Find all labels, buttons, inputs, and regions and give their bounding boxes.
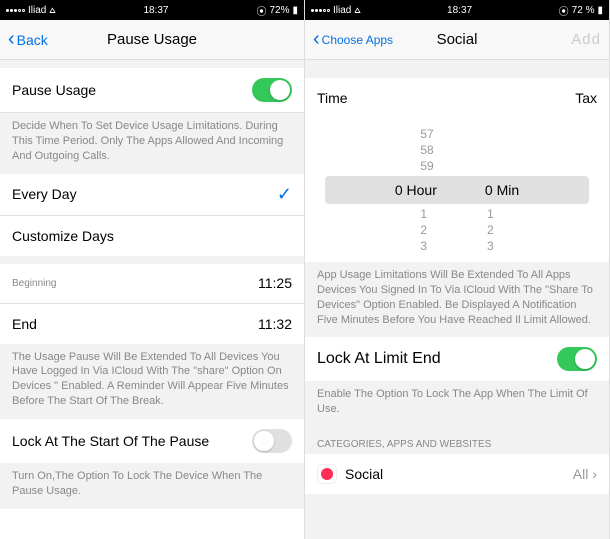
carrier: Iliad	[333, 5, 351, 16]
time: 18:37	[447, 5, 472, 16]
pause-desc: Decide When To Set Device Usage Limitati…	[0, 113, 304, 174]
social-row[interactable]: Social All ›	[305, 454, 609, 494]
every-day-row[interactable]: Every Day ✓	[0, 174, 304, 216]
check-icon: ✓	[277, 184, 292, 205]
battery-pct: 72%	[269, 5, 289, 16]
pause-usage-switch[interactable]	[252, 78, 292, 102]
time: 18:37	[143, 5, 168, 16]
limit-desc: App Usage Limitations Will Be Extended T…	[305, 262, 609, 337]
carrier: Iliad	[28, 5, 46, 16]
wifi-icon: ⩟	[354, 5, 360, 16]
left-screen: Iliad ⩟ 18:37 ⦿ 72% ▮ ‹ Back Pause Usage…	[0, 0, 305, 539]
nav-header: ‹ Choose Apps Social Add	[305, 20, 609, 60]
wifi-icon: ⩟	[49, 5, 55, 16]
time-picker[interactable]: 57 58 59 0 Hour0 Min 11 22 33	[305, 118, 609, 262]
lock-start-row[interactable]: Lock At The Start Of The Pause	[0, 419, 304, 463]
add-button[interactable]: Add	[571, 31, 601, 48]
lock-limit-switch[interactable]	[557, 347, 597, 371]
chevron-right-icon: ›	[592, 466, 597, 482]
back-button[interactable]: ‹ Back	[8, 28, 48, 51]
end-row[interactable]: End 11:32	[0, 304, 304, 344]
social-icon	[317, 464, 337, 484]
status-bar: Iliad ⩟ 18:37 ⦿ 72 % ▮	[305, 0, 609, 20]
status-bar: Iliad ⩟ 18:37 ⦿ 72% ▮	[0, 0, 304, 20]
right-screen: Iliad ⩟ 18:37 ⦿ 72 % ▮ ‹ Choose Apps Soc…	[305, 0, 610, 539]
pause-usage-row[interactable]: Pause Usage	[0, 68, 304, 113]
page-title: Pause Usage	[107, 31, 197, 48]
lock-desc: Turn On,The Option To Lock The Device Wh…	[0, 463, 304, 509]
battery-icon: ▮	[292, 5, 298, 16]
time-row[interactable]: Time Tax	[305, 78, 609, 118]
section-header: CATEGORIES, APPS AND WEBSITES	[305, 427, 609, 454]
battery-pct: 72 %	[572, 5, 595, 16]
beginning-row[interactable]: Beginning 11:25	[0, 264, 304, 304]
chevron-left-icon: ‹	[313, 28, 320, 51]
customize-days-row[interactable]: Customize Days	[0, 216, 304, 256]
battery-icon: ▮	[597, 5, 603, 16]
nav-header: ‹ Back Pause Usage	[0, 20, 304, 60]
back-button[interactable]: ‹ Choose Apps	[313, 28, 393, 51]
page-title: Social	[437, 31, 478, 48]
picker-selected: 0 Hour0 Min	[325, 176, 589, 204]
lock-limit-row[interactable]: Lock At Limit End	[305, 337, 609, 381]
share-desc: The Usage Pause Will Be Extended To All …	[0, 344, 304, 419]
lock-limit-desc: Enable The Option To Lock The App When T…	[305, 381, 609, 427]
lock-start-switch[interactable]	[252, 429, 292, 453]
chevron-left-icon: ‹	[8, 28, 15, 51]
